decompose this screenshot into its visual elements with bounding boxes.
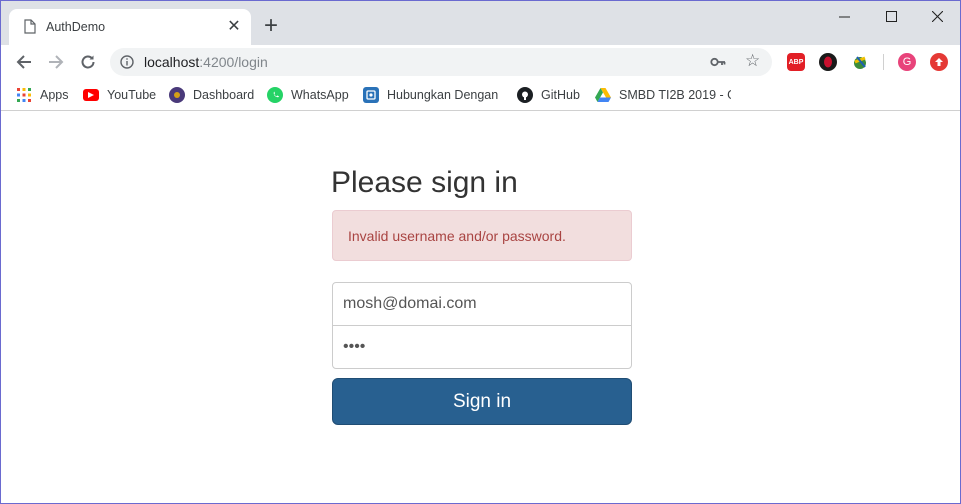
sign-in-button[interactable]: Sign in: [332, 378, 632, 425]
bookmark-label: WhatsApp: [291, 88, 349, 102]
tab-strip: AuthDemo ✕ +: [1, 1, 960, 45]
page-icon: [24, 19, 36, 34]
minimize-icon: [838, 16, 850, 17]
bookmark-label: YouTube: [107, 88, 157, 102]
bookmark-github[interactable]: GitHub: [517, 86, 580, 104]
bookmark-label: Hubungkan Dengan: [387, 88, 499, 102]
url-text[interactable]: localhost:4200/login: [144, 54, 268, 70]
url-path: :4200/login: [199, 54, 268, 70]
adblock-plus-icon[interactable]: ABP: [787, 53, 805, 71]
red-extension-icon[interactable]: [819, 53, 837, 71]
toolbar-divider: [883, 54, 884, 70]
reload-icon: [81, 55, 95, 69]
bookmark-star-icon[interactable]: ☆: [745, 51, 760, 71]
key-icon[interactable]: [710, 55, 726, 69]
red-upload-extension-icon[interactable]: [930, 53, 948, 71]
page-title: Please sign in: [331, 166, 518, 199]
error-alert: Invalid username and/or password.: [332, 210, 632, 261]
apps-grid-icon: [16, 87, 32, 103]
globe-extension-icon[interactable]: [851, 53, 869, 71]
bookmark-apps[interactable]: Apps: [16, 86, 69, 104]
arrow-right-icon: [49, 55, 64, 69]
university-logo-icon: [169, 87, 185, 103]
whatsapp-icon: [267, 87, 283, 103]
tab-close-icon[interactable]: ✕: [225, 18, 243, 36]
info-icon[interactable]: [120, 55, 134, 69]
github-icon: [517, 87, 533, 103]
password-field[interactable]: [332, 325, 632, 369]
tab-authdemo[interactable]: AuthDemo ✕: [9, 9, 251, 45]
bookmark-label: Apps: [40, 88, 69, 102]
new-tab-button[interactable]: +: [260, 14, 282, 38]
minimize-button[interactable]: [821, 1, 867, 31]
arrow-left-icon: [16, 55, 31, 69]
close-icon: [931, 10, 943, 22]
browser-toolbar: localhost:4200/login ☆ ABP G: [1, 45, 960, 79]
reload-button[interactable]: [75, 49, 101, 75]
url-host: localhost: [144, 54, 200, 70]
email-field[interactable]: [332, 282, 632, 326]
forward-button[interactable]: [43, 49, 69, 75]
bookmark-label: SMBD TI2B 2019 - Go: [619, 88, 731, 102]
bookmark-hubungkan[interactable]: Hubungkan Dengan: [363, 86, 501, 104]
bookmark-whatsapp[interactable]: WhatsApp: [267, 86, 349, 104]
bookmark-label: GitHub: [541, 88, 580, 102]
youtube-icon: [83, 89, 99, 101]
bookmark-youtube[interactable]: YouTube: [83, 86, 156, 104]
page-content: Please sign in Invalid username and/or p…: [1, 112, 960, 503]
google-drive-icon: [595, 87, 611, 103]
hubungkan-icon: [363, 87, 379, 103]
bookmarks-bar: Apps YouTube Dashboard WhatsApp Hubungka…: [1, 79, 960, 111]
address-bar[interactable]: localhost:4200/login ☆: [110, 48, 772, 76]
tab-title: AuthDemo: [46, 20, 106, 34]
bookmark-smbd[interactable]: SMBD TI2B 2019 - Go: [595, 86, 731, 104]
back-button[interactable]: [11, 49, 37, 75]
bookmark-dashboard[interactable]: Dashboard: [169, 86, 254, 104]
maximize-button[interactable]: [868, 1, 914, 31]
window-close-button[interactable]: [914, 1, 960, 31]
profile-avatar[interactable]: G: [898, 53, 916, 71]
bookmark-label: Dashboard: [193, 88, 255, 102]
maximize-icon: [885, 10, 897, 22]
